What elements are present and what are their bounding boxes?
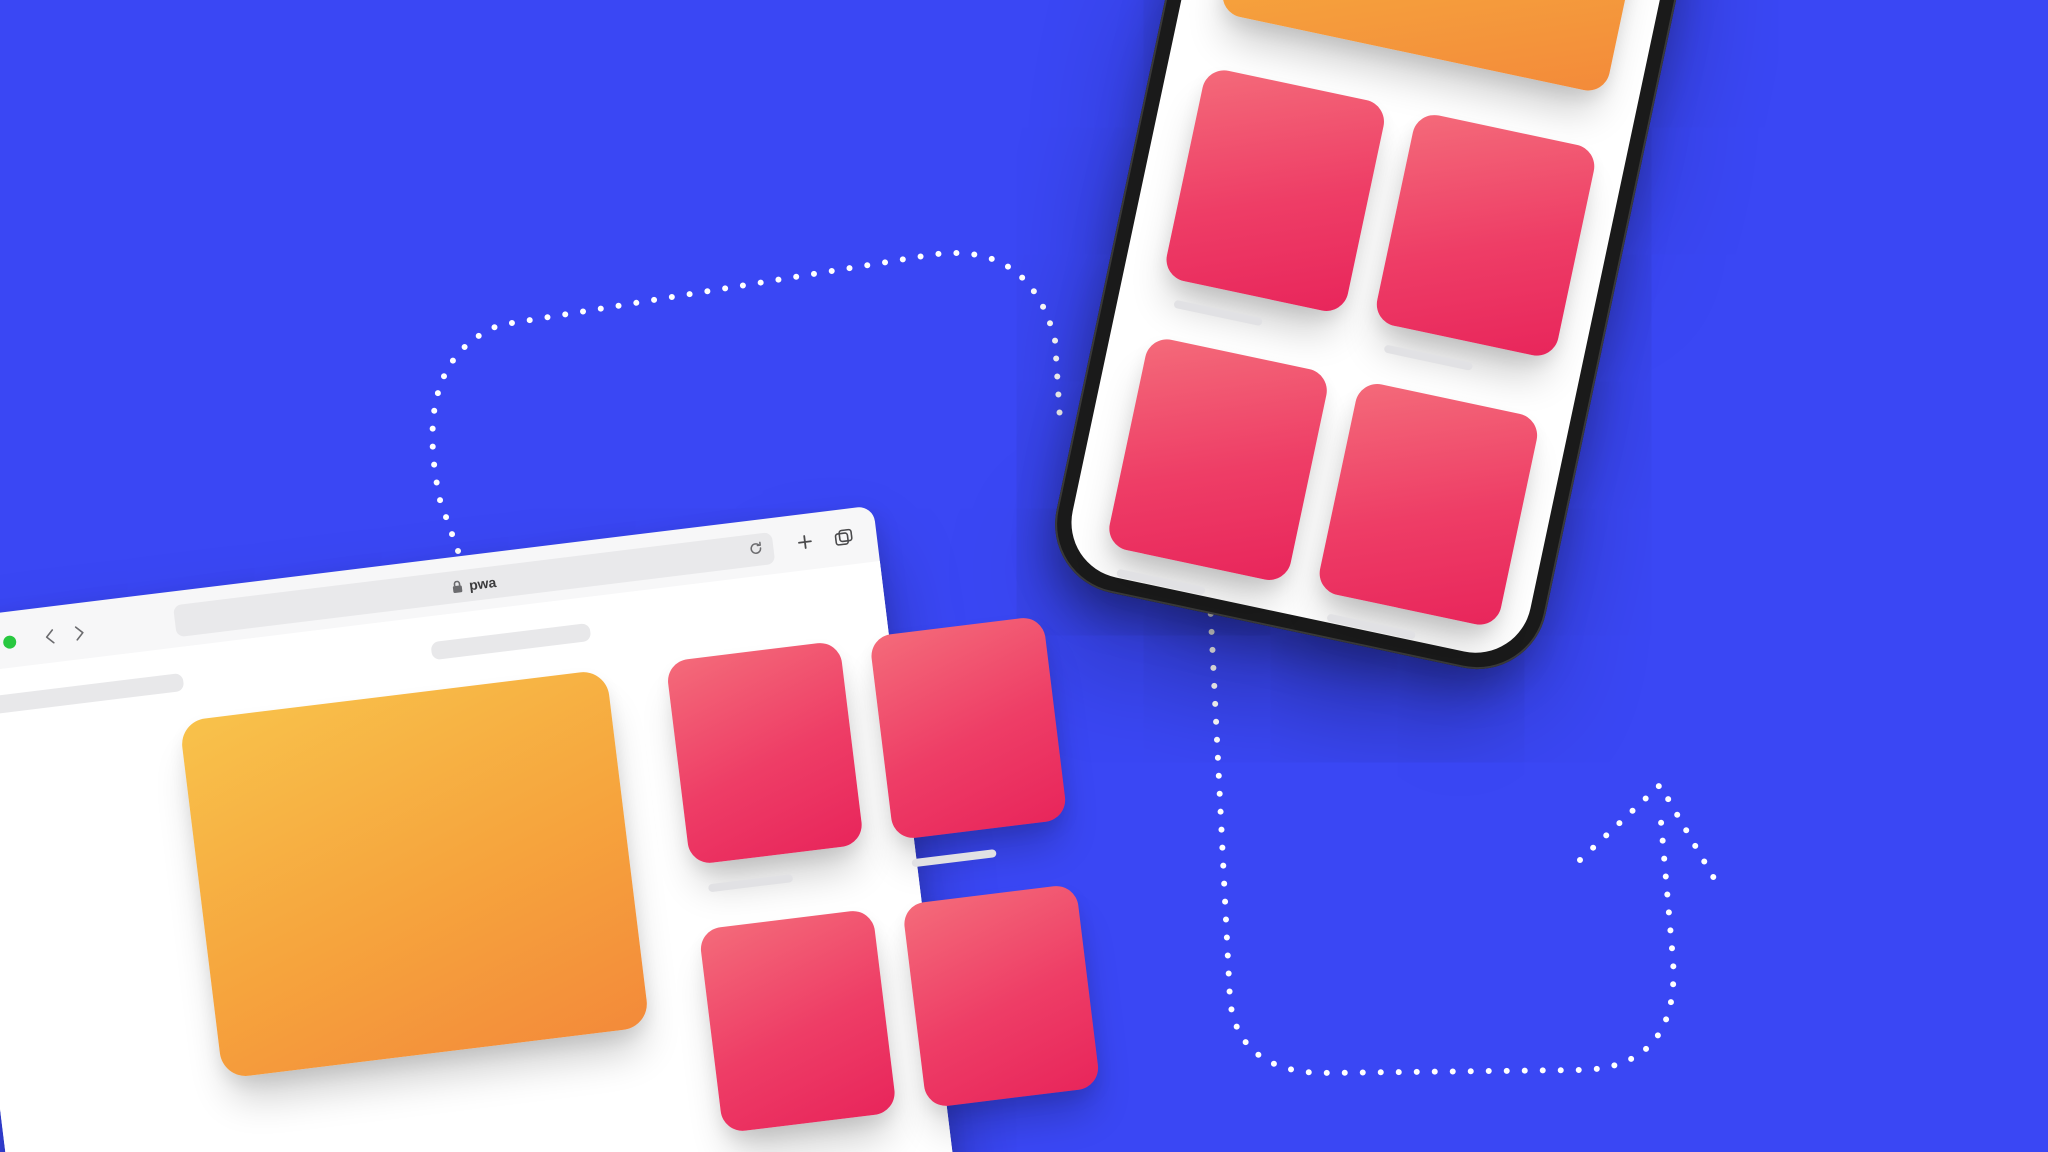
browser-card-hero: [179, 669, 650, 1079]
browser-card-3: [698, 909, 897, 1134]
plus-icon[interactable]: [796, 533, 814, 556]
chevron-left-icon[interactable]: [43, 628, 57, 645]
address-text: pwa: [468, 574, 497, 593]
tabs-overview-icon[interactable]: [834, 528, 854, 551]
phone-mockup: [1042, 0, 1739, 682]
window-controls: [0, 634, 17, 654]
maximize-icon[interactable]: [2, 634, 16, 648]
placeholder-line: [0, 673, 184, 715]
chevron-right-icon[interactable]: [73, 624, 87, 641]
browser-card-4: [902, 884, 1101, 1109]
browser-card-label: [911, 849, 996, 867]
browser-card-2: [869, 616, 1068, 841]
browser-mockup: pwa: [0, 505, 968, 1152]
lock-icon: [451, 580, 464, 594]
browser-card-1: [666, 641, 865, 866]
reload-icon[interactable]: [748, 540, 765, 560]
placeholder-line: [430, 623, 591, 660]
illustration-stage: pwa: [0, 0, 2048, 1152]
